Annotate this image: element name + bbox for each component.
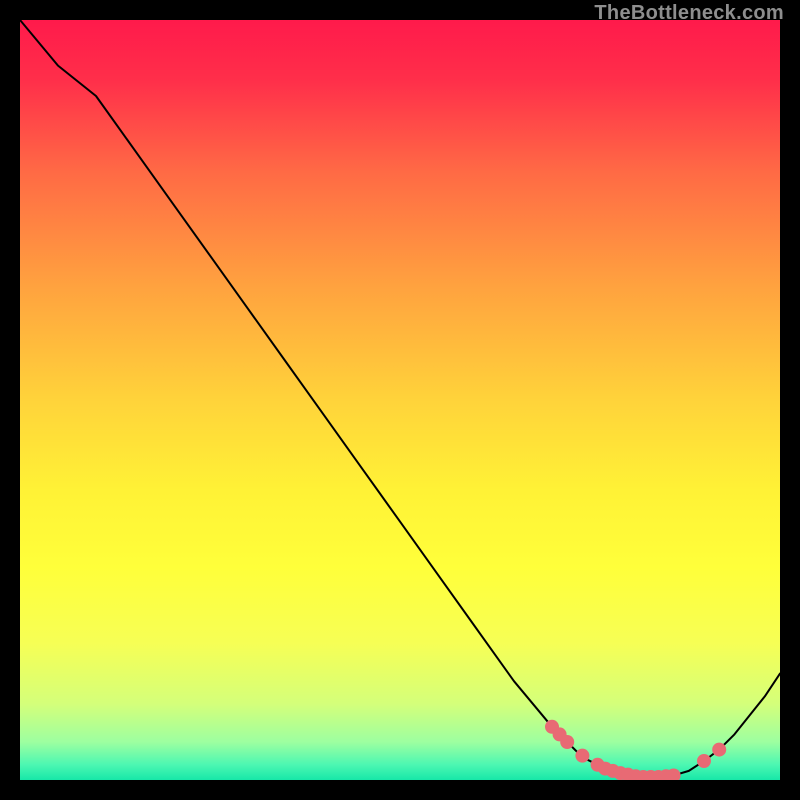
plot-area	[20, 20, 780, 780]
valley-marker	[712, 743, 726, 757]
valley-marker	[697, 754, 711, 768]
chart-svg	[20, 20, 780, 780]
valley-marker	[575, 749, 589, 763]
gradient-background	[20, 20, 780, 780]
chart-frame: TheBottleneck.com	[0, 0, 800, 800]
valley-marker	[560, 735, 574, 749]
